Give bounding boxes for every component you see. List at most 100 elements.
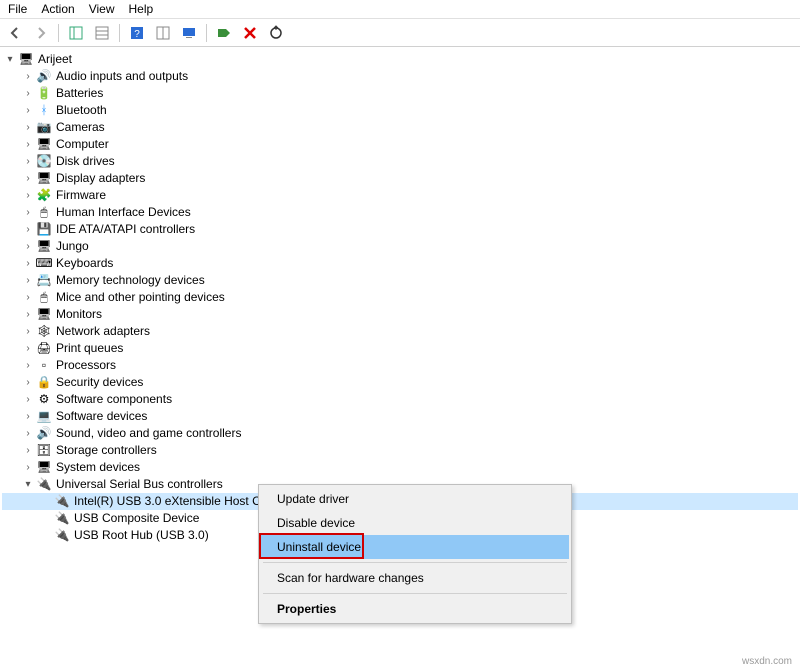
help-icon[interactable]: ? xyxy=(126,22,148,44)
expander-icon[interactable]: › xyxy=(22,85,34,102)
context-menu-item[interactable]: Disable device xyxy=(261,511,569,535)
monitor-icon[interactable] xyxy=(178,22,200,44)
root-label: Arijeet xyxy=(38,51,72,68)
tree-category[interactable]: ›🖥System devices xyxy=(2,459,798,476)
tree-category[interactable]: ›🔊Sound, video and game controllers xyxy=(2,425,798,442)
expander-icon[interactable]: › xyxy=(22,459,34,476)
category-icon: 📇 xyxy=(36,273,52,289)
expander-icon[interactable]: › xyxy=(22,119,34,136)
usb-device-icon: 🔌 xyxy=(54,494,70,510)
expander-icon[interactable]: › xyxy=(22,289,34,306)
category-icon: ▫ xyxy=(36,358,52,374)
svg-text:?: ? xyxy=(134,29,140,40)
context-menu-separator xyxy=(263,593,567,594)
computer-icon: 🖥 xyxy=(18,52,34,68)
expander-icon[interactable]: › xyxy=(22,153,34,170)
category-icon: 🖱 xyxy=(36,205,52,221)
toolbar-separator xyxy=(206,24,207,42)
update-icon[interactable] xyxy=(265,22,287,44)
category-label: Software devices xyxy=(56,408,147,425)
expander-icon[interactable]: › xyxy=(22,255,34,272)
expander-icon[interactable]: › xyxy=(22,221,34,238)
tree-category[interactable]: ›ᚼBluetooth xyxy=(2,102,798,119)
grid2-icon[interactable] xyxy=(152,22,174,44)
context-menu-item[interactable]: Uninstall device xyxy=(261,535,569,559)
tree-category[interactable]: ›🖱Mice and other pointing devices xyxy=(2,289,798,306)
category-icon: 🖥 xyxy=(36,239,52,255)
usb-device-icon: 🔌 xyxy=(54,528,70,544)
category-icon: 🔊 xyxy=(36,426,52,442)
expander-icon[interactable]: › xyxy=(22,323,34,340)
tree-category[interactable]: ›💾IDE ATA/ATAPI controllers xyxy=(2,221,798,238)
back-icon[interactable] xyxy=(4,22,26,44)
expander-icon[interactable]: › xyxy=(22,136,34,153)
expander-icon[interactable]: › xyxy=(22,170,34,187)
tree-category[interactable]: ›📇Memory technology devices xyxy=(2,272,798,289)
expander-icon[interactable]: › xyxy=(22,102,34,119)
category-label: Print queues xyxy=(56,340,123,357)
expander-icon[interactable]: › xyxy=(22,306,34,323)
tree-category[interactable]: ›🔊Audio inputs and outputs xyxy=(2,68,798,85)
tree-category[interactable]: ›🧩Firmware xyxy=(2,187,798,204)
tree-category[interactable]: ›🗄Storage controllers xyxy=(2,442,798,459)
category-label: Display adapters xyxy=(56,170,145,187)
category-label: Sound, video and game controllers xyxy=(56,425,241,442)
menu-action[interactable]: Action xyxy=(41,2,74,16)
forward-icon[interactable] xyxy=(30,22,52,44)
tree-category[interactable]: ›🖥Monitors xyxy=(2,306,798,323)
expander-icon[interactable]: › xyxy=(22,187,34,204)
category-icon: 🕸 xyxy=(36,324,52,340)
device-tree: ▾ 🖥 Arijeet ›🔊Audio inputs and outputs›🔋… xyxy=(0,47,800,548)
tree-category[interactable]: ›💻Software devices xyxy=(2,408,798,425)
tree-category[interactable]: ›🖥Display adapters xyxy=(2,170,798,187)
menu-help[interactable]: Help xyxy=(129,2,154,16)
expander-icon[interactable]: › xyxy=(22,442,34,459)
expander-icon[interactable]: › xyxy=(22,357,34,374)
tree-category[interactable]: ›📷Cameras xyxy=(2,119,798,136)
expander-icon[interactable]: › xyxy=(22,238,34,255)
expander-icon[interactable]: ▾ xyxy=(22,476,34,493)
tree-category[interactable]: ›🖨Print queues xyxy=(2,340,798,357)
tree-category[interactable]: ›🖱Human Interface Devices xyxy=(2,204,798,221)
category-label: Universal Serial Bus controllers xyxy=(56,476,223,493)
tree-category[interactable]: ›⌨Keyboards xyxy=(2,255,798,272)
category-label: Keyboards xyxy=(56,255,113,272)
menu-file[interactable]: File xyxy=(8,2,27,16)
expander-icon[interactable]: › xyxy=(22,340,34,357)
context-menu-item[interactable]: Scan for hardware changes xyxy=(261,566,569,590)
tree-category[interactable]: ›💽Disk drives xyxy=(2,153,798,170)
expander-icon[interactable]: › xyxy=(22,391,34,408)
category-icon: ⌨ xyxy=(36,256,52,272)
category-label: Memory technology devices xyxy=(56,272,205,289)
context-menu-item[interactable]: Properties xyxy=(261,597,569,621)
tree-category[interactable]: ›🔋Batteries xyxy=(2,85,798,102)
category-label: Security devices xyxy=(56,374,143,391)
scan-icon[interactable] xyxy=(213,22,235,44)
context-menu-item[interactable]: Update driver xyxy=(261,487,569,511)
tree-category[interactable]: ›🖥Jungo xyxy=(2,238,798,255)
category-icon: 💽 xyxy=(36,154,52,170)
expander-icon[interactable]: › xyxy=(22,68,34,85)
grid-icon[interactable] xyxy=(91,22,113,44)
menu-view[interactable]: View xyxy=(89,2,115,16)
tree-category[interactable]: ›▫Processors xyxy=(2,357,798,374)
tree-category[interactable]: ›🔒Security devices xyxy=(2,374,798,391)
category-label: Human Interface Devices xyxy=(56,204,191,221)
tree-category[interactable]: ›🕸Network adapters xyxy=(2,323,798,340)
show-hide-tree-icon[interactable] xyxy=(65,22,87,44)
menubar: File Action View Help xyxy=(0,0,800,19)
expander-icon[interactable]: › xyxy=(22,425,34,442)
category-icon: 📷 xyxy=(36,120,52,136)
tree-category[interactable]: ›⚙Software components xyxy=(2,391,798,408)
expander-icon[interactable]: ▾ xyxy=(4,51,16,68)
expander-icon[interactable]: › xyxy=(22,374,34,391)
delete-icon[interactable] xyxy=(239,22,261,44)
toolbar-separator xyxy=(119,24,120,42)
expander-icon[interactable]: › xyxy=(22,408,34,425)
tree-root[interactable]: ▾ 🖥 Arijeet xyxy=(2,51,798,68)
tree-category[interactable]: ›🖥Computer xyxy=(2,136,798,153)
expander-icon[interactable]: › xyxy=(22,272,34,289)
category-label: Computer xyxy=(56,136,109,153)
expander-icon[interactable]: › xyxy=(22,204,34,221)
usb-device-icon: 🔌 xyxy=(54,511,70,527)
